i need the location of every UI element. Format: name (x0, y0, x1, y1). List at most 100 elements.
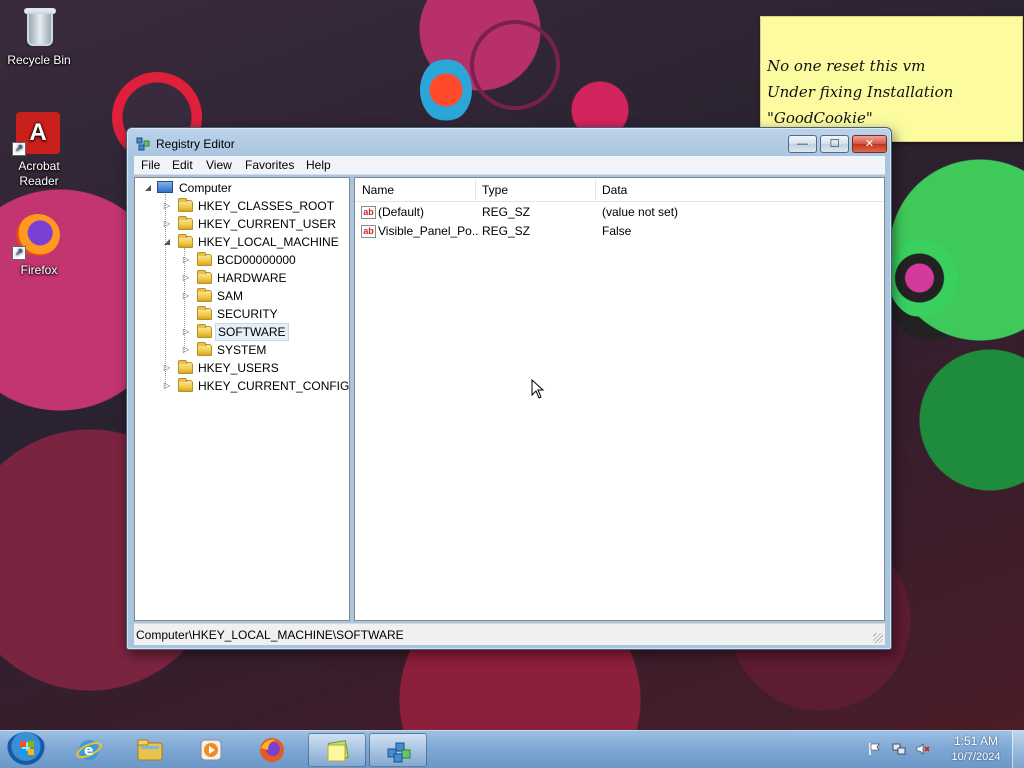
expand-arrow-icon[interactable]: ▷ (162, 197, 172, 215)
sticky-notes-icon (327, 739, 349, 762)
desktop-icon-acrobat-reader[interactable]: A ↗ Acrobat Reader (0, 112, 78, 189)
expand-arrow-icon[interactable]: ▷ (181, 323, 191, 341)
sticky-note[interactable]: No one reset this vm Under fixing Instal… (760, 16, 1023, 142)
registry-editor-window[interactable]: Registry Editor — ☐ ✕ File Edit View Fav… (126, 127, 892, 650)
tree-node-sam[interactable]: ▷ SAM (181, 287, 341, 305)
tree-label: HKEY_USERS (198, 361, 279, 375)
minimize-button[interactable]: — (788, 135, 817, 153)
desktop-icon-label: Acrobat Reader (18, 159, 60, 188)
list-header: Name Type Data (355, 178, 884, 202)
expand-arrow-icon[interactable]: ▷ (181, 287, 191, 305)
tree-label: HARDWARE (217, 271, 287, 285)
registry-editor-icon (387, 742, 411, 763)
status-path: Computer\HKEY_LOCAL_MACHINE\SOFTWARE (136, 628, 404, 642)
folder-icon (178, 216, 193, 230)
registry-values-pane[interactable]: Name Type Data ab (Default) REG_SZ (valu… (354, 177, 885, 621)
column-header-name[interactable]: Name (362, 183, 394, 197)
folder-icon (197, 252, 212, 266)
expand-arrow-icon[interactable]: ▷ (162, 377, 172, 395)
taskbar-registry-editor[interactable] (369, 733, 427, 767)
taskbar-internet-explorer[interactable]: e (60, 733, 118, 767)
menu-favorites[interactable]: Favorites (245, 158, 294, 172)
close-button[interactable]: ✕ (852, 135, 887, 153)
cursor-arrow-icon (531, 379, 545, 399)
taskbar: e 1:51 AM 10/7/2024 (0, 730, 1024, 768)
show-desktop-button[interactable] (1012, 731, 1024, 768)
column-header-data[interactable]: Data (602, 183, 627, 197)
shortcut-arrow-icon: ↗ (12, 142, 26, 156)
sticky-note-line: No one reset this vm (767, 57, 926, 75)
column-divider[interactable] (595, 180, 596, 200)
computer-icon (157, 181, 173, 193)
wallpaper-orb-shape (420, 58, 472, 122)
tree-node-hkey-classes-root[interactable]: ▷ HKEY_CLASSES_ROOT (162, 197, 342, 215)
taskbar-media-player[interactable] (182, 733, 240, 767)
tree-label: SAM (217, 289, 244, 303)
tree-node-software[interactable]: ▷ SOFTWARE (181, 323, 341, 341)
menu-help[interactable]: Help (306, 158, 331, 172)
window-title: Registry Editor (156, 137, 235, 151)
value-type: REG_SZ (482, 224, 531, 238)
collapse-arrow-icon[interactable]: ◢ (143, 179, 153, 197)
clock-date[interactable]: 10/7/2024 (944, 751, 1008, 763)
column-divider[interactable] (475, 180, 476, 200)
flag-icon[interactable] (868, 742, 882, 756)
expand-arrow-icon[interactable]: ▷ (181, 341, 191, 359)
tree-node-bcd00000000[interactable]: ▷ BCD00000000 (181, 251, 341, 269)
internet-explorer-icon: e (76, 740, 102, 760)
value-name: Visible_Panel_Po... (378, 224, 478, 238)
value-name: (Default) (378, 205, 425, 219)
taskbar-firefox[interactable] (243, 733, 301, 767)
maximize-button[interactable]: ☐ (820, 135, 849, 153)
expand-arrow-icon[interactable]: ▷ (181, 269, 191, 287)
title-bar[interactable]: Registry Editor — ☐ ✕ (127, 128, 891, 158)
tree-node-hardware[interactable]: ▷ HARDWARE (181, 269, 341, 287)
column-header-type[interactable]: Type (482, 183, 508, 197)
tree-label: HKEY_CURRENT_USER (198, 217, 337, 231)
firefox-icon (260, 738, 284, 762)
media-player-icon (200, 739, 222, 761)
registry-tree-pane[interactable]: ◢ Computer ▷ HKEY_CLASSES_ROOT ▷ HKEY_CU… (134, 177, 350, 621)
tree-label: HKEY_CLASSES_ROOT (198, 199, 335, 213)
tree-label: HKEY_CURRENT_CONFIG (198, 379, 350, 393)
folder-icon (178, 378, 193, 392)
value-row[interactable]: ab (Default) REG_SZ (value not set) (355, 203, 884, 222)
tree-label: BCD00000000 (217, 253, 296, 267)
expand-arrow-icon[interactable]: ▷ (162, 359, 172, 377)
tree-node-computer[interactable]: ◢ Computer (143, 179, 343, 197)
collapse-arrow-icon[interactable]: ◢ (162, 233, 172, 251)
network-icon[interactable] (892, 742, 906, 756)
tree-label: SECURITY (217, 307, 278, 321)
volume-muted-icon[interactable] (916, 742, 930, 756)
tree-node-hkey-local-machine[interactable]: ◢ HKEY_LOCAL_MACHINE (162, 233, 342, 251)
expand-arrow-icon[interactable]: ▷ (181, 251, 191, 269)
start-button[interactable] (6, 732, 46, 768)
tree-label-selected: SOFTWARE (215, 323, 289, 341)
tree-node-hkey-current-user[interactable]: ▷ HKEY_CURRENT_USER (162, 215, 342, 233)
taskbar-windows-explorer[interactable] (121, 733, 179, 767)
value-type: REG_SZ (482, 205, 531, 219)
menu-view[interactable]: View (206, 158, 232, 172)
value-data: (value not set) (602, 205, 679, 219)
taskbar-sticky-notes[interactable] (308, 733, 366, 767)
string-value-icon: ab (361, 206, 376, 219)
value-row[interactable]: ab Visible_Panel_Po... REG_SZ False (355, 222, 884, 241)
close-icon: ✕ (864, 138, 875, 150)
tree-node-hkey-users[interactable]: ▷ HKEY_USERS (162, 359, 342, 377)
menu-edit[interactable]: Edit (172, 158, 193, 172)
tree-node-hkey-current-config[interactable]: ▷ HKEY_CURRENT_CONFIG (162, 377, 349, 395)
tree-node-system[interactable]: ▷ SYSTEM (181, 341, 341, 359)
folder-icon (197, 288, 212, 302)
tree-node-security[interactable]: SECURITY (181, 305, 341, 323)
system-tray: 1:51 AM 10/7/2024 (860, 731, 1024, 768)
folder-icon (178, 198, 193, 212)
expand-arrow-icon[interactable]: ▷ (162, 215, 172, 233)
desktop-icon-recycle-bin[interactable]: Recycle Bin (0, 6, 78, 68)
clock-time[interactable]: 1:51 AM (948, 734, 1004, 748)
registry-editor-icon (136, 137, 150, 151)
resize-grip-icon[interactable] (873, 633, 883, 643)
tree-label: HKEY_LOCAL_MACHINE (198, 235, 339, 249)
desktop-icon-firefox[interactable]: ↗ Firefox (0, 212, 78, 278)
recycle-bin-icon (19, 6, 59, 50)
menu-file[interactable]: File (141, 158, 160, 172)
